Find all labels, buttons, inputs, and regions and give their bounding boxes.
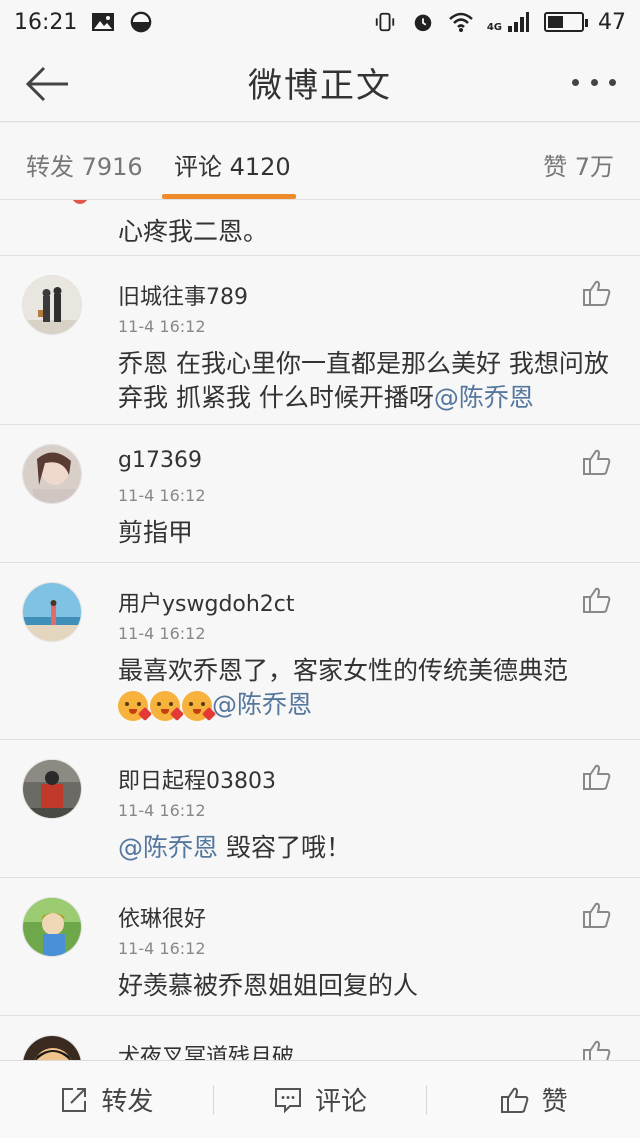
list-item[interactable]: 旧城往事789 11-4 16:12 乔恩 在我心里你一直都是那么美好 我想问放…	[0, 257, 640, 425]
bottom-action-bar: 转发 评论 赞	[0, 1060, 640, 1138]
mention-link[interactable]: @陈乔恩	[118, 833, 218, 862]
list-item[interactable]: g17369 11-4 16:12 剪指甲	[0, 426, 640, 563]
vibrate-icon	[375, 12, 394, 32]
timestamp: 11-4 16:12	[118, 317, 206, 336]
avatar[interactable]	[22, 897, 82, 957]
timestamp: 11-4 16:12	[118, 801, 206, 820]
timestamp: 11-4 16:12	[118, 624, 206, 643]
timestamp: 11-4 16:12	[118, 486, 206, 505]
comment-text: @陈乔恩 毁容了哦！	[118, 833, 351, 862]
comment-label: 评论	[315, 1087, 368, 1117]
like-button[interactable]	[582, 763, 612, 791]
timestamp: 11-4 16:12	[118, 939, 206, 958]
comment-text: 心疼我二恩。	[118, 217, 269, 246]
username[interactable]: 即日起程03803	[118, 763, 276, 795]
thumbs-up-icon	[583, 449, 611, 475]
list-item[interactable]: 用户yswgdoh2ct 11-4 16:12 最喜欢乔恩了，客家女性的传统美德…	[0, 564, 640, 740]
comment-text: 最喜欢乔恩了，客家女性的传统美德典范 @陈乔恩	[118, 654, 618, 722]
mention-link[interactable]: @陈乔恩	[434, 383, 534, 412]
username[interactable]: 依琳很好	[118, 901, 206, 933]
tab-like[interactable]: 赞 7万	[543, 147, 614, 182]
like-label: 赞	[541, 1087, 568, 1117]
username[interactable]: g17369	[118, 448, 202, 473]
list-item[interactable]: 犬夜叉冥道残月破	[0, 1017, 640, 1060]
arrow-left-icon	[25, 66, 68, 102]
list-item[interactable]: 心疼我二恩。	[0, 200, 640, 256]
repost-label: 转发	[101, 1087, 154, 1117]
thumbs-up-icon	[583, 764, 611, 790]
tab-bar: 转发 7916 评论 4120 赞 7万	[0, 123, 640, 200]
comment-list[interactable]: 心疼我二恩。 旧城往事789 11-4 16:12 乔恩 在我心里你一直都是那么…	[0, 200, 640, 1060]
username[interactable]: 犬夜叉冥道残月破	[118, 1039, 294, 1060]
status-time: 16:21	[14, 9, 78, 35]
like-button[interactable]	[582, 586, 612, 614]
kiss-emoji-icon	[182, 691, 217, 722]
repost-button[interactable]: 转发	[0, 1061, 213, 1138]
signal-icon	[508, 12, 529, 32]
avatar[interactable]	[22, 275, 82, 335]
like-button[interactable]	[582, 279, 612, 307]
battery-percent: 47	[598, 9, 626, 35]
like-button[interactable]	[582, 901, 612, 929]
avatar[interactable]	[22, 1035, 82, 1060]
nav-bar: 微博正文	[0, 44, 640, 122]
kiss-emoji-icon	[118, 691, 153, 722]
comment-text: 乔恩 在我心里你一直都是那么美好 我想问放弃我 抓紧我 什么时候开播呀@陈乔恩	[118, 349, 609, 412]
alarm-icon	[414, 14, 432, 32]
like-action-button[interactable]: 赞	[427, 1061, 640, 1138]
comment-button[interactable]: 评论	[214, 1061, 427, 1138]
thumbs-up-icon	[583, 280, 611, 306]
list-item[interactable]: 依琳很好 11-4 16:12 好羡慕被乔恩姐姐回复的人	[0, 879, 640, 1016]
comment-text: 剪指甲	[118, 518, 194, 547]
avatar	[72, 200, 88, 204]
username[interactable]: 用户yswgdoh2ct	[118, 586, 295, 618]
list-item[interactable]: 即日起程03803 11-4 16:12 @陈乔恩 毁容了哦！	[0, 741, 640, 878]
sync-icon	[131, 11, 152, 33]
kiss-emoji-icon	[150, 691, 185, 722]
avatar[interactable]	[22, 759, 82, 819]
more-dots-icon	[572, 78, 579, 86]
comment-icon	[275, 1087, 301, 1113]
share-icon	[62, 1087, 87, 1112]
wifi-icon	[448, 12, 473, 32]
mention-link[interactable]: @陈乔恩	[212, 690, 312, 719]
battery-icon	[544, 12, 588, 32]
page-title: 微博正文	[248, 66, 392, 106]
emoji-row	[118, 691, 217, 722]
image-icon	[92, 13, 115, 31]
like-button[interactable]	[582, 448, 612, 476]
thumbs-up-icon	[583, 902, 611, 928]
thumbs-up-icon	[583, 1040, 611, 1060]
avatar[interactable]	[22, 582, 82, 642]
tab-indicator	[162, 194, 296, 199]
avatar[interactable]	[22, 444, 82, 504]
network-type: 4G	[486, 22, 502, 33]
tab-comment[interactable]: 评论 4120	[174, 147, 291, 182]
like-button[interactable]	[582, 1039, 612, 1060]
username[interactable]: 旧城往事789	[118, 279, 248, 311]
back-button[interactable]	[22, 64, 72, 104]
thumbs-up-icon	[500, 1087, 528, 1113]
comment-text: 好羡慕被乔恩姐姐回复的人	[118, 971, 419, 1000]
thumbs-up-icon	[583, 587, 611, 613]
tab-repost[interactable]: 转发 7916	[26, 147, 143, 182]
more-button[interactable]	[572, 72, 616, 92]
status-bar: 16:21 4G 47	[0, 0, 640, 44]
